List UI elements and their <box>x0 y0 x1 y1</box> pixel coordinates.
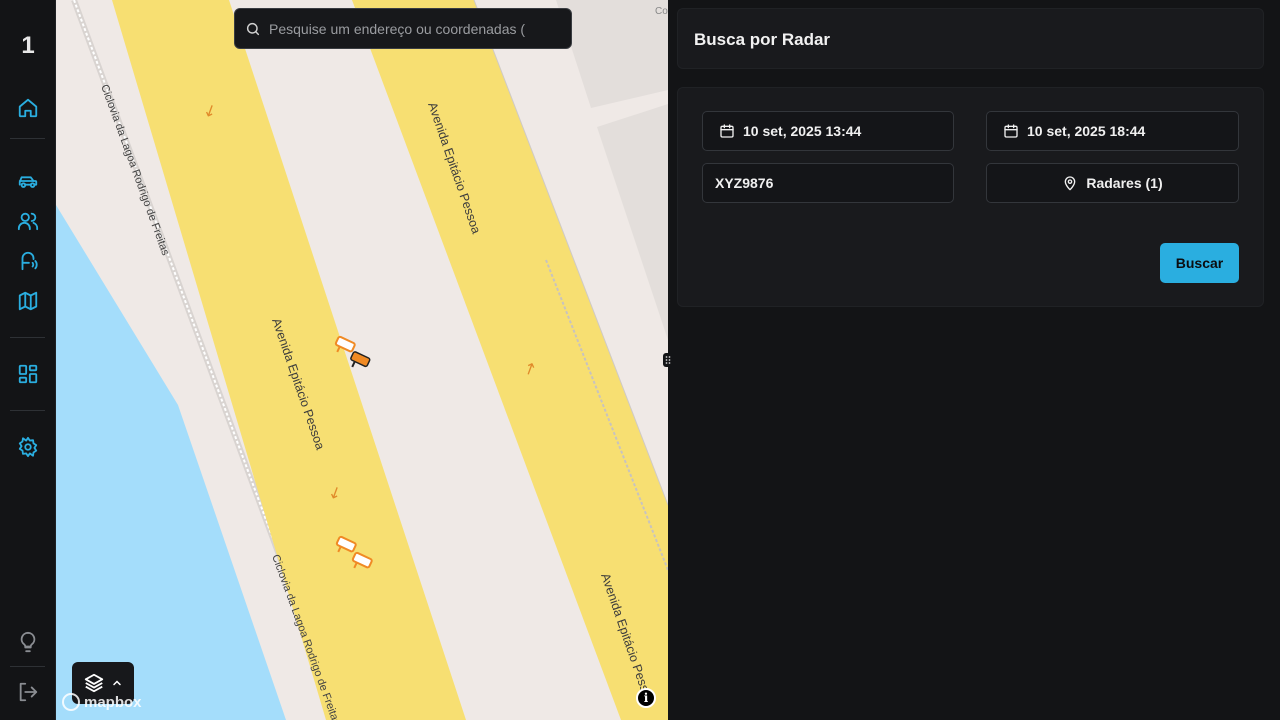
search-input[interactable] <box>269 20 549 37</box>
map-canvas[interactable]: ↓ ↓ ↑ Avenida Epitácio Pessoa Avenida Ep… <box>56 0 668 720</box>
map-attribution[interactable]: Co <box>655 6 668 17</box>
search-button[interactable]: Buscar <box>1160 243 1239 283</box>
sidebar: 1 <box>0 0 56 720</box>
map-pin-icon <box>1065 176 1076 191</box>
map-icon[interactable] <box>16 289 40 313</box>
end-date-picker[interactable]: 10 set, 2025 18:44 <box>986 111 1239 151</box>
mapbox-logo-text: mapbox <box>84 693 142 711</box>
logo: 1 <box>21 32 35 59</box>
radars-selector-button[interactable]: Radares (1) <box>986 163 1239 203</box>
radar-signal-icon[interactable] <box>16 249 40 273</box>
radars-label: Radares (1) <box>1086 175 1163 191</box>
panel-header: Busca por Radar <box>677 8 1264 69</box>
logout-icon[interactable] <box>16 680 40 704</box>
chevron-up-icon <box>113 680 121 686</box>
layers-icon <box>84 673 104 693</box>
mapbox-logo-icon <box>62 693 80 711</box>
lightbulb-icon[interactable] <box>16 630 40 654</box>
sidebar-divider <box>10 337 45 338</box>
dashboard-icon[interactable] <box>16 362 40 386</box>
app-root: 1 ↓ ↓ ↑ Avenida Epitácio Pessoa Avenida … <box>0 0 1280 720</box>
start-date-picker[interactable]: 10 set, 2025 13:44 <box>702 111 954 151</box>
plate-value: XYZ9876 <box>715 175 774 191</box>
home-icon[interactable] <box>16 96 40 120</box>
search-icon <box>246 22 260 35</box>
settings-icon[interactable] <box>16 435 40 459</box>
mapbox-logo[interactable]: mapbox <box>62 693 142 711</box>
address-search-bar[interactable] <box>234 8 572 49</box>
start-date-value: 10 set, 2025 13:44 <box>743 123 862 139</box>
sidebar-divider <box>10 410 45 411</box>
page-title: Busca por Radar <box>694 30 831 49</box>
plate-input[interactable]: XYZ9876 <box>702 163 954 203</box>
end-date-value: 10 set, 2025 18:44 <box>1027 123 1146 139</box>
sidebar-divider <box>10 666 45 667</box>
users-icon[interactable] <box>16 209 40 233</box>
calendar-icon <box>1004 124 1018 138</box>
car-icon[interactable] <box>16 169 40 193</box>
map-view[interactable]: ↓ ↓ ↑ Avenida Epitácio Pessoa Avenida Ep… <box>56 0 668 720</box>
drag-handle-icon <box>665 356 671 364</box>
panel-resize-handle[interactable] <box>663 353 673 367</box>
calendar-icon <box>720 124 734 138</box>
sidebar-divider <box>10 138 45 139</box>
map-info-button[interactable]: i <box>636 688 656 708</box>
